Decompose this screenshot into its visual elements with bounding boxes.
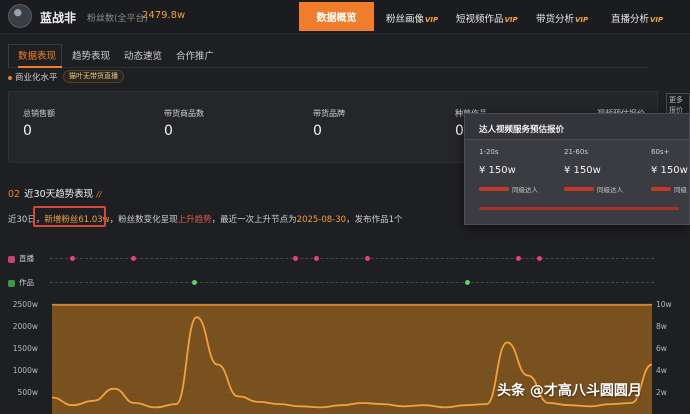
vip-badge: VIP bbox=[575, 16, 589, 24]
popup-title: 达人视频服务预估报价 bbox=[479, 125, 565, 135]
tab-dynamics[interactable]: 动态速览 bbox=[124, 48, 162, 62]
tab-cooperation[interactable]: 合作推广 bbox=[176, 48, 214, 62]
live-timeline bbox=[50, 258, 654, 259]
y-left-tick-label: 1500w bbox=[13, 344, 38, 353]
nav-label: 带货分析 bbox=[536, 14, 575, 25]
y-right-tick-label: 8w bbox=[656, 322, 667, 331]
live-event-dot[interactable] bbox=[293, 256, 298, 261]
nav-data-overview[interactable]: 数据概览 bbox=[299, 2, 374, 31]
y-left-tick-label: 2500w bbox=[13, 300, 38, 309]
watermark: 头条 @才高八斗圆圆月 bbox=[497, 383, 642, 399]
redacted-bar bbox=[479, 207, 679, 210]
popup-header: 达人视频服务预估报价 bbox=[465, 114, 689, 140]
trend-highlight: 上升趋势 bbox=[177, 215, 212, 225]
quote-popup: 达人视频服务预估报价 1-20s ¥ 150w 同级达人 21-60s ¥ 15… bbox=[464, 113, 690, 225]
y-right-tick-label: 6w bbox=[656, 344, 667, 353]
live-event-dot[interactable] bbox=[70, 256, 75, 261]
duration-label: 60s+ bbox=[651, 148, 670, 156]
live-event-dot[interactable] bbox=[365, 256, 370, 261]
avatar[interactable] bbox=[8, 4, 32, 28]
nav-label: 粉丝画像 bbox=[386, 14, 425, 25]
nav-fan-portrait[interactable]: 粉丝画像VIP bbox=[386, 11, 438, 25]
price-value: ¥ 150w bbox=[651, 165, 688, 176]
stat-value: 0 bbox=[164, 123, 173, 139]
legend-label: 直播 bbox=[19, 254, 34, 263]
works-timeline bbox=[50, 282, 654, 283]
summary-text: ，最近一次上升节点为 bbox=[211, 215, 297, 225]
fans-label: 粉丝数(全平台) bbox=[87, 14, 149, 24]
live-event-dot[interactable] bbox=[516, 256, 521, 261]
live-event-dot[interactable] bbox=[314, 256, 319, 261]
y-left-tick-label: 1000w bbox=[13, 366, 38, 375]
bullet-icon bbox=[8, 75, 12, 80]
works-icon bbox=[8, 279, 15, 287]
commercial-label: 商业化水平 bbox=[15, 73, 58, 83]
stat-label: 总销售额 bbox=[23, 109, 55, 118]
stat-value: 0 bbox=[313, 123, 322, 139]
work-event-dot[interactable] bbox=[192, 280, 197, 285]
active-tab-underline bbox=[18, 66, 62, 68]
section-title-text: 近30天趋势表现 bbox=[24, 189, 94, 200]
stat-label: 带货品牌 bbox=[313, 109, 345, 118]
red-annotation-box bbox=[33, 206, 106, 227]
nav-label: 数据概览 bbox=[316, 13, 357, 24]
vip-badge: VIP bbox=[425, 16, 439, 24]
section-number: 02 bbox=[8, 189, 21, 200]
peer-label: 同级达人 bbox=[512, 186, 538, 194]
tab-data-performance[interactable]: 数据表现 bbox=[18, 48, 56, 62]
tab-trend[interactable]: 趋势表现 bbox=[72, 48, 110, 62]
peer-label: 同级 bbox=[674, 186, 687, 194]
section-title: 02 近30天趋势表现// bbox=[8, 186, 102, 200]
nav-label: 直播分析 bbox=[611, 14, 650, 25]
y-right-tick-label: 2w bbox=[656, 388, 667, 397]
stat-label: 带货商品数 bbox=[164, 109, 204, 118]
price-value: ¥ 150w bbox=[479, 165, 516, 176]
y-left-tick-label: 2000w bbox=[13, 322, 38, 331]
summary-text: ，粉丝数变化呈现 bbox=[109, 215, 178, 225]
y-left-tick-label: 500w bbox=[18, 388, 38, 397]
nav-label: 短视频作品 bbox=[456, 14, 504, 25]
commercial-level: 商业化水平 bbox=[8, 71, 58, 85]
redacted-bar bbox=[564, 187, 594, 191]
duration-label: 21-60s bbox=[564, 148, 588, 156]
nav-live-analysis[interactable]: 直播分析VIP bbox=[611, 11, 663, 25]
peer-label: 同级达人 bbox=[597, 186, 623, 194]
creator-name: 蓝战非 bbox=[40, 11, 77, 25]
vip-badge: VIP bbox=[650, 16, 664, 24]
summary-text: ，发布作品1个 bbox=[346, 215, 403, 225]
price-value: ¥ 150w bbox=[564, 165, 601, 176]
tab-bar: 数据表现 趋势表现 动态速览 合作推广 bbox=[8, 46, 648, 68]
live-icon bbox=[8, 255, 15, 263]
y-right-tick-label: 10w bbox=[656, 300, 672, 309]
redacted-bar bbox=[479, 187, 509, 191]
duration-label: 1-20s bbox=[479, 148, 499, 156]
live-event-dot[interactable] bbox=[537, 256, 542, 261]
commercial-chip[interactable]: 猫叶无带货直播 bbox=[63, 70, 124, 83]
stat-value: 0 bbox=[455, 123, 464, 139]
nav-sales-analysis[interactable]: 带货分析VIP bbox=[536, 11, 588, 25]
legend-live[interactable]: 直播 bbox=[8, 253, 34, 265]
nav-short-video[interactable]: 短视频作品VIP bbox=[456, 11, 518, 25]
live-event-dot[interactable] bbox=[131, 256, 136, 261]
top-bar: 蓝战非 粉丝数(全平台) 2479.8w 数据概览 粉丝画像VIP 短视频作品V… bbox=[0, 0, 690, 34]
vip-badge: VIP bbox=[504, 16, 518, 24]
work-event-dot[interactable] bbox=[465, 280, 470, 285]
stat-value: 0 bbox=[23, 123, 32, 139]
y-right-tick-label: 4w bbox=[656, 366, 667, 375]
redacted-bar bbox=[651, 187, 671, 191]
legend-label: 作品 bbox=[19, 278, 34, 287]
legend-works[interactable]: 作品 bbox=[8, 277, 34, 289]
date-highlight: 2025-08-30 bbox=[296, 215, 347, 225]
section-mark: // bbox=[96, 190, 102, 199]
fans-value: 2479.8w bbox=[142, 10, 186, 21]
